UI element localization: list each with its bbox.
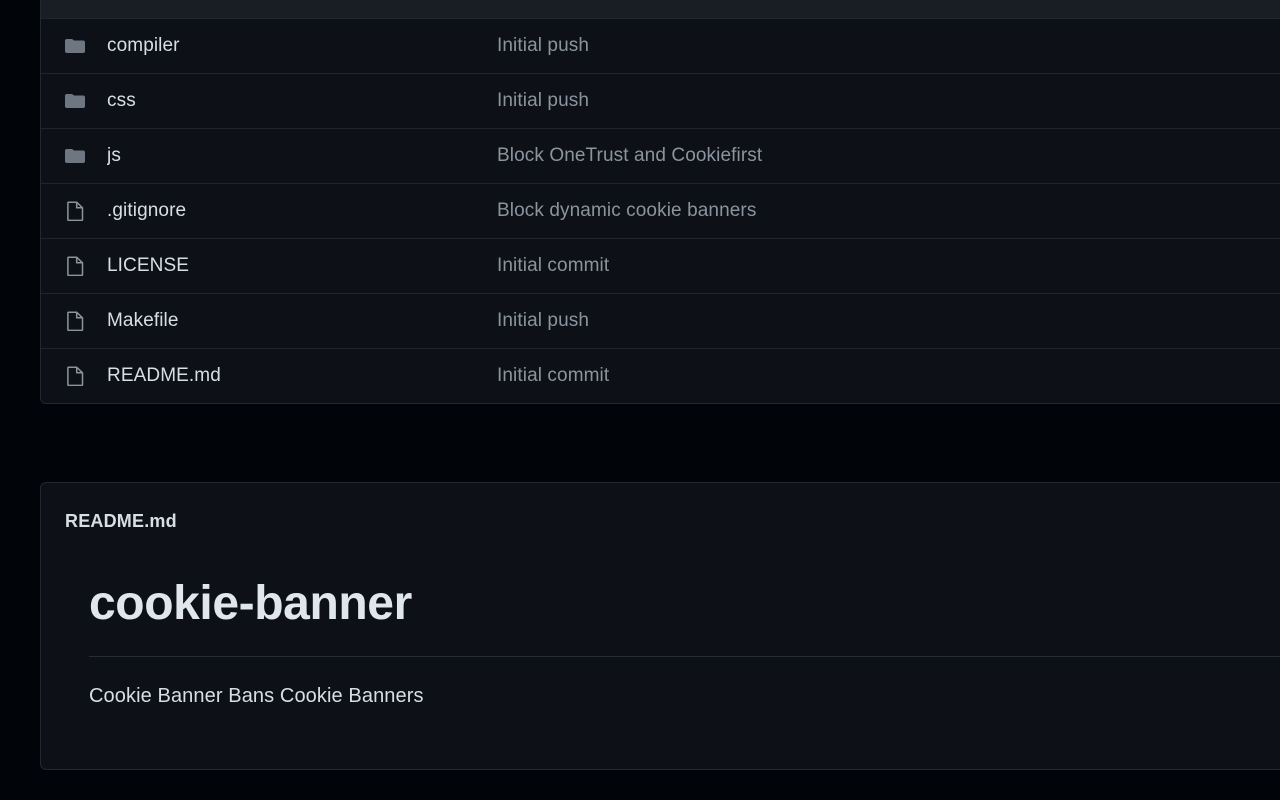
commit-time: 5 (1193, 255, 1280, 277)
commit-time: 12 mi (1193, 145, 1280, 167)
commit-message-link[interactable]: Initial commit (497, 255, 1193, 277)
table-row[interactable]: MakefileInitial push5 (41, 293, 1280, 348)
file-listing-table: chromeBump version5compilerInitial push5… (40, 0, 1280, 404)
commit-time: 5 (1193, 0, 1280, 2)
readme-body: cookie-banner Cookie Banner Bans Cookie … (41, 574, 1280, 708)
commit-time: 5 (1193, 365, 1280, 387)
readme-header: README.md (41, 483, 1280, 532)
table-row[interactable]: chromeBump version5 (41, 0, 1280, 18)
file-icon (65, 311, 85, 331)
commit-message-link[interactable]: Block dynamic cookie banners (497, 200, 1193, 222)
commit-time: 5 (1193, 90, 1280, 112)
file-name-link[interactable]: README.md (107, 365, 497, 387)
readme-divider (89, 656, 1280, 657)
table-row[interactable]: .gitignoreBlock dynamic cookie banners5 (41, 183, 1280, 238)
file-icon (65, 256, 85, 276)
file-name-link[interactable]: css (107, 90, 497, 112)
readme-filename: README.md (65, 511, 177, 531)
repository-page: chromeBump version5compilerInitial push5… (0, 0, 1280, 800)
table-row[interactable]: cssInitial push5 (41, 73, 1280, 128)
table-row[interactable]: README.mdInitial commit5 (41, 348, 1280, 403)
commit-message-link[interactable]: Bump version (497, 0, 1193, 2)
folder-icon (65, 36, 85, 56)
readme-card: README.md cookie-banner Cookie Banner Ba… (40, 482, 1280, 770)
commit-time: 5 (1193, 200, 1280, 222)
file-name-link[interactable]: chrome (107, 0, 497, 2)
commit-message-link[interactable]: Initial push (497, 90, 1193, 112)
table-row[interactable]: LICENSEInitial commit5 (41, 238, 1280, 293)
table-row[interactable]: compilerInitial push5 (41, 18, 1280, 73)
folder-icon (65, 146, 85, 166)
file-icon (65, 201, 85, 221)
readme-heading: cookie-banner (89, 574, 1280, 634)
commit-message-link[interactable]: Initial push (497, 310, 1193, 332)
commit-time: 5 (1193, 310, 1280, 332)
commit-message-link[interactable]: Block OneTrust and Cookiefirst (497, 145, 1193, 167)
folder-icon (65, 91, 85, 111)
table-row[interactable]: jsBlock OneTrust and Cookiefirst12 mi (41, 128, 1280, 183)
commit-time: 5 (1193, 35, 1280, 57)
file-name-link[interactable]: js (107, 145, 497, 167)
commit-message-link[interactable]: Initial commit (497, 365, 1193, 387)
file-name-link[interactable]: compiler (107, 35, 497, 57)
commit-message-link[interactable]: Initial push (497, 35, 1193, 57)
file-name-link[interactable]: LICENSE (107, 255, 497, 277)
file-name-link[interactable]: .gitignore (107, 200, 497, 222)
file-icon (65, 366, 85, 386)
file-name-link[interactable]: Makefile (107, 310, 497, 332)
folder-icon (65, 0, 85, 1)
readme-paragraph: Cookie Banner Bans Cookie Banners (89, 685, 1280, 708)
